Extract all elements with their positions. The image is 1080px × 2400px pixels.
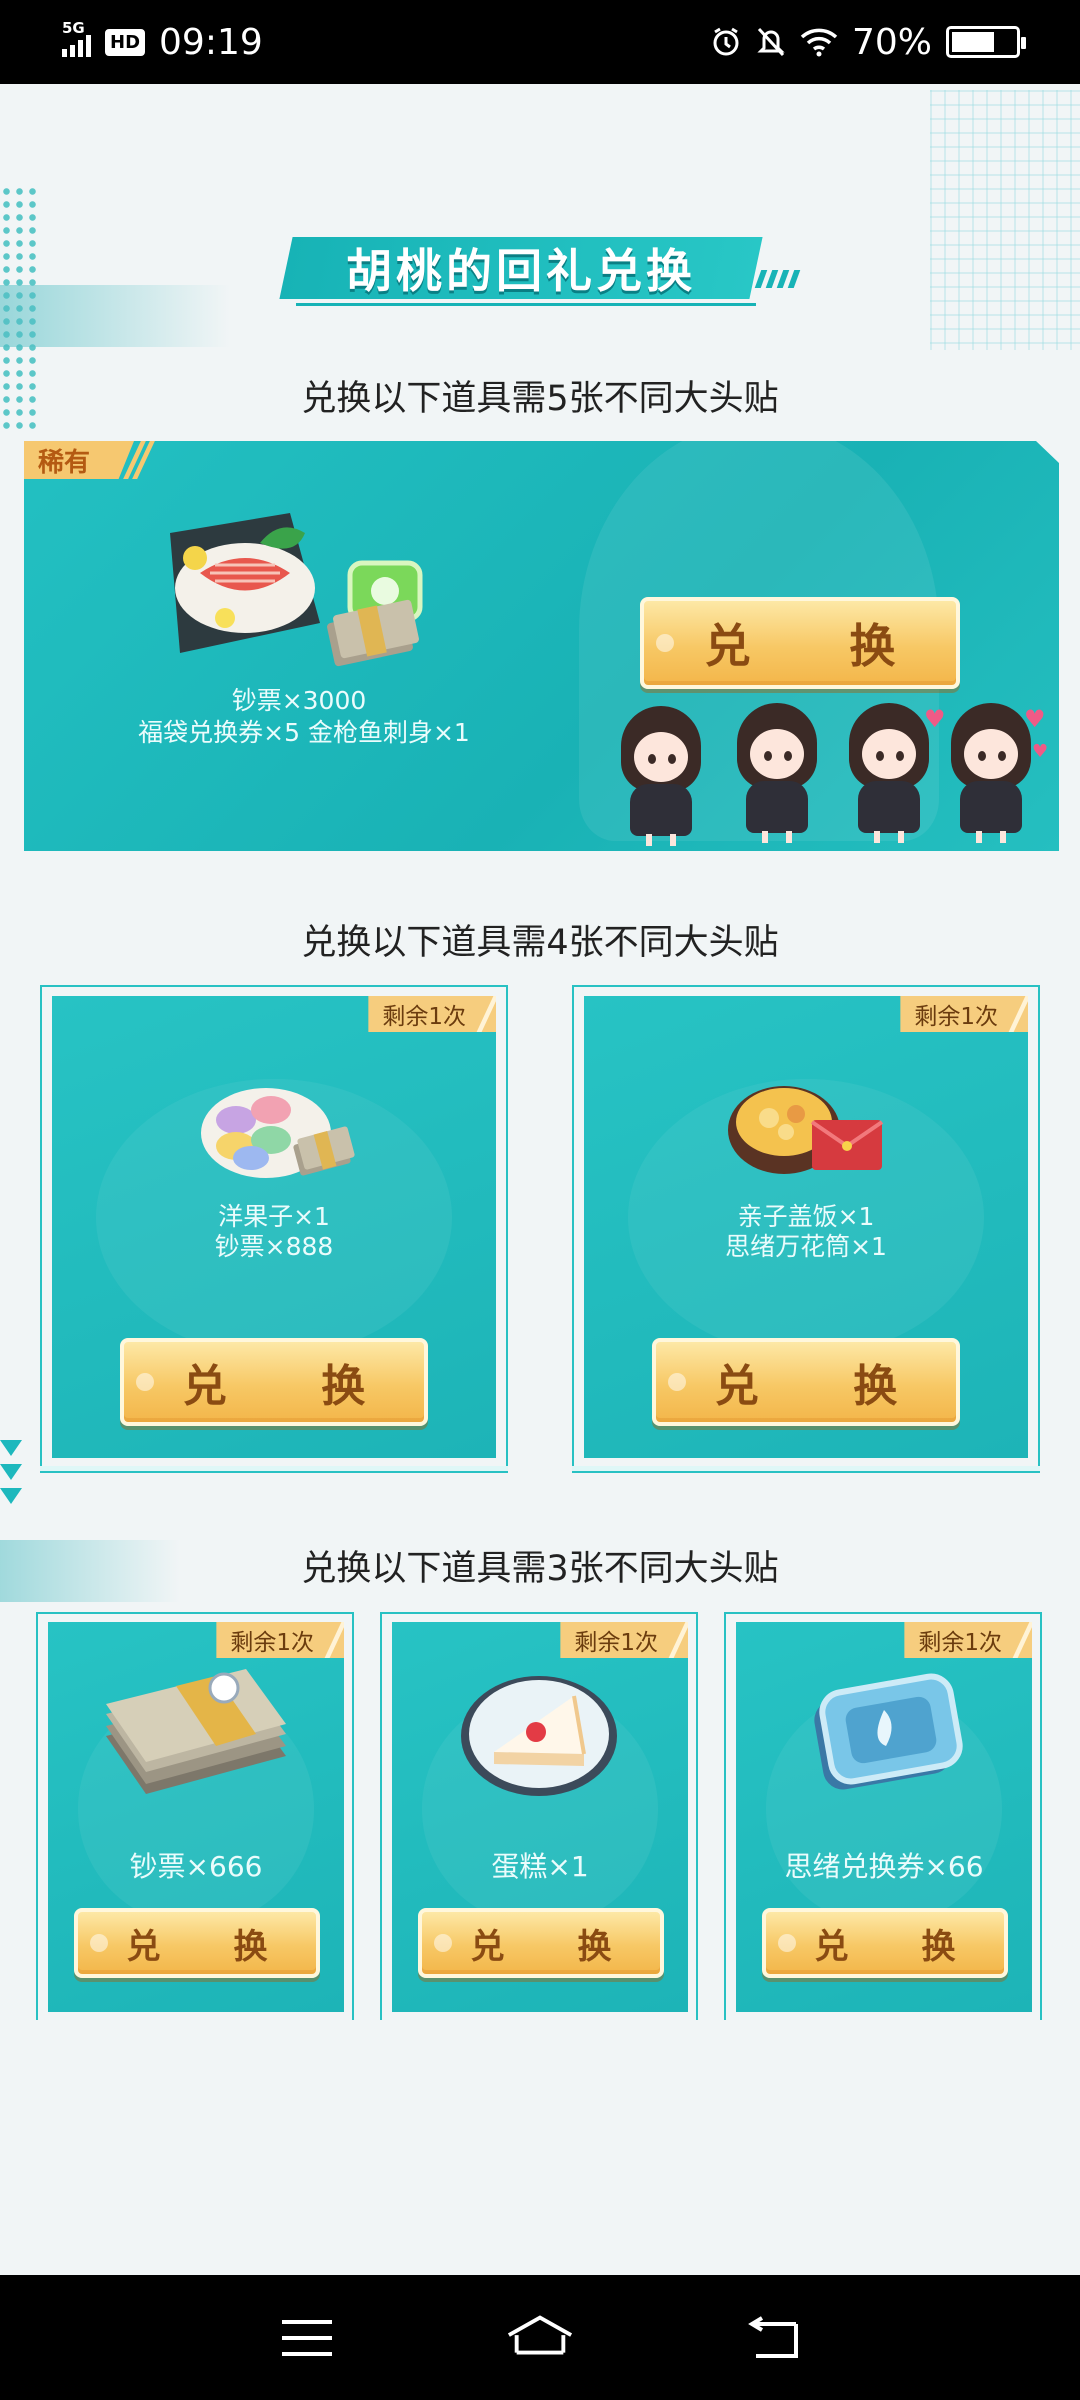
status-bar: 5G HD 09:19 70% — [0, 0, 1080, 84]
status-right: 70% — [710, 21, 1026, 63]
alarm-icon — [713, 27, 739, 56]
section-heading-5: 兑换以下道具需5张不同大头贴 — [301, 379, 779, 419]
page-title: 胡桃的回礼兑换 — [346, 244, 696, 298]
oyakodon-reward-icon — [728, 1086, 884, 1174]
title-underline — [296, 303, 756, 306]
back-icon — [748, 2315, 799, 2358]
triangle-decoration — [0, 1440, 24, 1504]
menu-button[interactable] — [272, 2308, 342, 2368]
exchange-button[interactable]: 兑 换 — [120, 1338, 428, 1426]
remaining-count-tag: 剩余1次 — [560, 1622, 688, 1658]
mute-icon — [757, 27, 785, 57]
heart-icon: ♥ — [924, 705, 946, 733]
wifi-icon — [800, 28, 838, 57]
reward-text: 钞票×666 — [129, 1850, 263, 1883]
status-left: 5G HD 09:19 — [62, 19, 263, 63]
reward-text: 钞票×3000 — [231, 686, 367, 715]
chibi-character-illustration — [732, 703, 822, 843]
exchange-button[interactable]: 兑 换 — [652, 1338, 960, 1426]
section-heading-3: 兑换以下道具需3张不同大头贴 — [301, 1549, 779, 1589]
exchange-button[interactable]: 兑 换 — [418, 1908, 664, 1978]
remaining-count-tag: 剩余1次 — [904, 1622, 1032, 1658]
reward-text: 洋果子×1 — [218, 1202, 330, 1231]
grid-decoration — [930, 90, 1080, 350]
reward-card-macaron: 剩余1次 洋果子×1 钞票×888 兑 换 — [52, 996, 496, 1458]
cash-stack-reward-icon — [106, 1669, 286, 1794]
chibi-character-illustration — [844, 703, 934, 843]
macaron-reward-icon — [201, 1088, 355, 1178]
thought-coupon-reward-icon — [814, 1673, 963, 1790]
stripe-decoration — [0, 285, 230, 347]
system-nav-bar — [0, 2275, 1080, 2400]
section-heading-4: 兑换以下道具需4张不同大头贴 — [301, 923, 779, 963]
hd-badge: HD — [105, 28, 146, 56]
back-button[interactable] — [738, 2308, 808, 2368]
reward-card-coupon: 剩余1次 思绪兑换券×66 兑 换 — [736, 1622, 1032, 2012]
exchange-button[interactable]: 兑 换 — [74, 1908, 320, 1978]
cake-reward-icon — [461, 1676, 617, 1796]
rare-tag: 稀有 — [24, 441, 134, 479]
reward-text: 钞票×888 — [214, 1232, 334, 1261]
page-title-banner: 胡桃的回礼兑换 — [279, 237, 763, 299]
home-icon — [507, 2314, 573, 2355]
reward-card-oyakodon: 剩余1次 亲子盖饭×1 思绪万花筒×1 兑 换 — [584, 996, 1028, 1458]
home-button[interactable] — [505, 2308, 575, 2368]
chibi-character-illustration — [946, 703, 1036, 843]
remaining-count-tag: 剩余1次 — [216, 1622, 344, 1658]
signal-icon: 5G — [62, 19, 91, 57]
remaining-count-tag: 剩余1次 — [900, 996, 1028, 1032]
exchange-button-rare[interactable]: 兑 换 — [640, 597, 960, 689]
heart-icon: ♥ — [1024, 705, 1046, 733]
battery-percent: 70% — [851, 21, 932, 63]
reward-text: 蛋糕×1 — [491, 1850, 589, 1883]
battery-icon — [946, 26, 1026, 58]
chibi-character-illustration — [616, 706, 706, 846]
reward-text: 亲子盖饭×1 — [737, 1202, 875, 1231]
title-slash-decoration — [754, 270, 801, 288]
remaining-count-tag: 剩余1次 — [368, 996, 496, 1032]
reward-text: 思绪兑换券×66 — [784, 1850, 984, 1883]
menu-icon — [281, 2319, 332, 2356]
reward-text: 福袋兑换券×5 金枪鱼刺身×1 — [138, 718, 470, 747]
heart-icon: ♥ — [1032, 741, 1049, 762]
sashimi-reward-icon — [170, 513, 423, 667]
reward-text: 思绪万花筒×1 — [725, 1232, 887, 1261]
exchange-button[interactable]: 兑 换 — [762, 1908, 1008, 1978]
rare-reward-card: 稀有 钞票×3000 福袋兑换券×5 金枪鱼刺身×1 兑 换 ♥ ♥ ♥ — [24, 441, 1059, 851]
reward-card-cash: 剩余1次 钞票×666 兑 换 — [48, 1622, 344, 2012]
reward-card-cake: 剩余1次 蛋糕×1 兑 换 — [392, 1622, 688, 2012]
status-time: 09:19 — [159, 21, 263, 63]
